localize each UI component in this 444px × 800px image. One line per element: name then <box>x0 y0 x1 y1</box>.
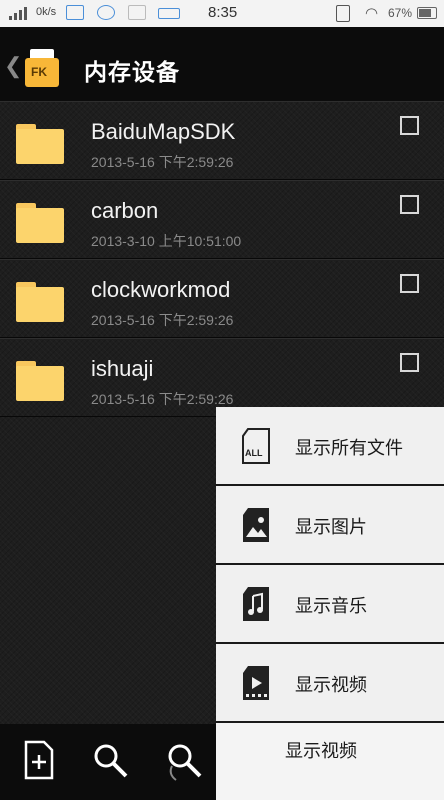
file-date: 2013-3-10 上午10:51:00 <box>91 233 242 249</box>
gallery-icon <box>66 5 84 20</box>
new-file-icon[interactable] <box>16 738 60 782</box>
select-checkbox[interactable] <box>400 116 419 135</box>
menu-label: 显示图片 <box>295 517 367 538</box>
file-name: BaiduMapSDK <box>91 119 236 144</box>
file-manager-app-icon[interactable]: FK <box>25 49 59 87</box>
folder-icon <box>16 361 64 401</box>
filter-popup-menu: ALL 显示所有文件 显示图片 显示音乐 显示视频 显示视频 <box>216 407 444 800</box>
net-speed: 0k/s <box>36 6 57 18</box>
signal-icon <box>9 6 31 20</box>
search-alt-icon[interactable] <box>162 738 206 782</box>
battery-percent: 67% <box>388 6 413 20</box>
clock: 8:35 <box>208 4 238 21</box>
image-file-icon <box>243 508 269 542</box>
menu-item-music[interactable]: 显示音乐 <box>216 565 444 644</box>
vibrate-icon <box>336 5 350 22</box>
file-name: carbon <box>91 198 159 223</box>
file-list: BaiduMapSDK 2013-5-16 下午2:59:26 carbon 2… <box>0 101 444 417</box>
status-bar: 0k/s 8:35 ◠ 67% <box>0 0 444 27</box>
select-checkbox[interactable] <box>400 274 419 293</box>
file-name: clockworkmod <box>91 277 231 302</box>
menu-label: 显示音乐 <box>295 596 367 617</box>
wifi-icon: ◠ <box>365 5 379 22</box>
menu-label: 显示视频 <box>295 675 367 696</box>
battery-icon <box>417 7 437 19</box>
bottom-toolbar <box>0 724 220 800</box>
select-checkbox[interactable] <box>400 195 419 214</box>
chevron-left-icon[interactable]: ❮ <box>4 53 22 79</box>
menu-label: 显示所有文件 <box>295 438 403 459</box>
video-file-icon <box>243 666 269 700</box>
folder-icon <box>16 124 64 164</box>
menu-item-images[interactable]: 显示图片 <box>216 486 444 565</box>
select-checkbox[interactable] <box>400 353 419 372</box>
file-row[interactable]: clockworkmod 2013-5-16 下午2:59:26 <box>0 259 444 338</box>
file-row[interactable]: BaiduMapSDK 2013-5-16 下午2:59:26 <box>0 101 444 180</box>
keyboard-icon <box>158 8 180 19</box>
music-file-icon <box>243 587 269 621</box>
app-icon-text: FK <box>31 65 47 79</box>
file-date: 2013-5-16 下午2:59:26 <box>91 154 234 170</box>
menu-item-all-files[interactable]: ALL 显示所有文件 <box>216 407 444 486</box>
security-icon <box>97 5 115 20</box>
file-date: 2013-5-16 下午2:59:26 <box>91 391 234 407</box>
menu-label: 显示视频 <box>285 741 357 762</box>
file-date: 2013-5-16 下午2:59:26 <box>91 312 234 328</box>
file-row[interactable]: carbon 2013-3-10 上午10:51:00 <box>0 180 444 259</box>
file-name: ishuaji <box>91 356 154 381</box>
action-bar: ❮ FK 内存设备 <box>0 27 444 101</box>
menu-item-ghost: 显示视频 <box>216 723 444 800</box>
sync-icon <box>128 5 146 20</box>
menu-item-videos[interactable]: 显示视频 <box>216 644 444 723</box>
folder-icon <box>16 203 64 243</box>
folder-icon <box>16 282 64 322</box>
search-icon[interactable] <box>88 738 132 782</box>
all-files-icon: ALL <box>242 428 270 464</box>
page-title: 内存设备 <box>84 60 180 86</box>
svg-text:ALL: ALL <box>245 448 263 458</box>
file-row[interactable]: ishuaji 2013-5-16 下午2:59:26 <box>0 338 444 417</box>
